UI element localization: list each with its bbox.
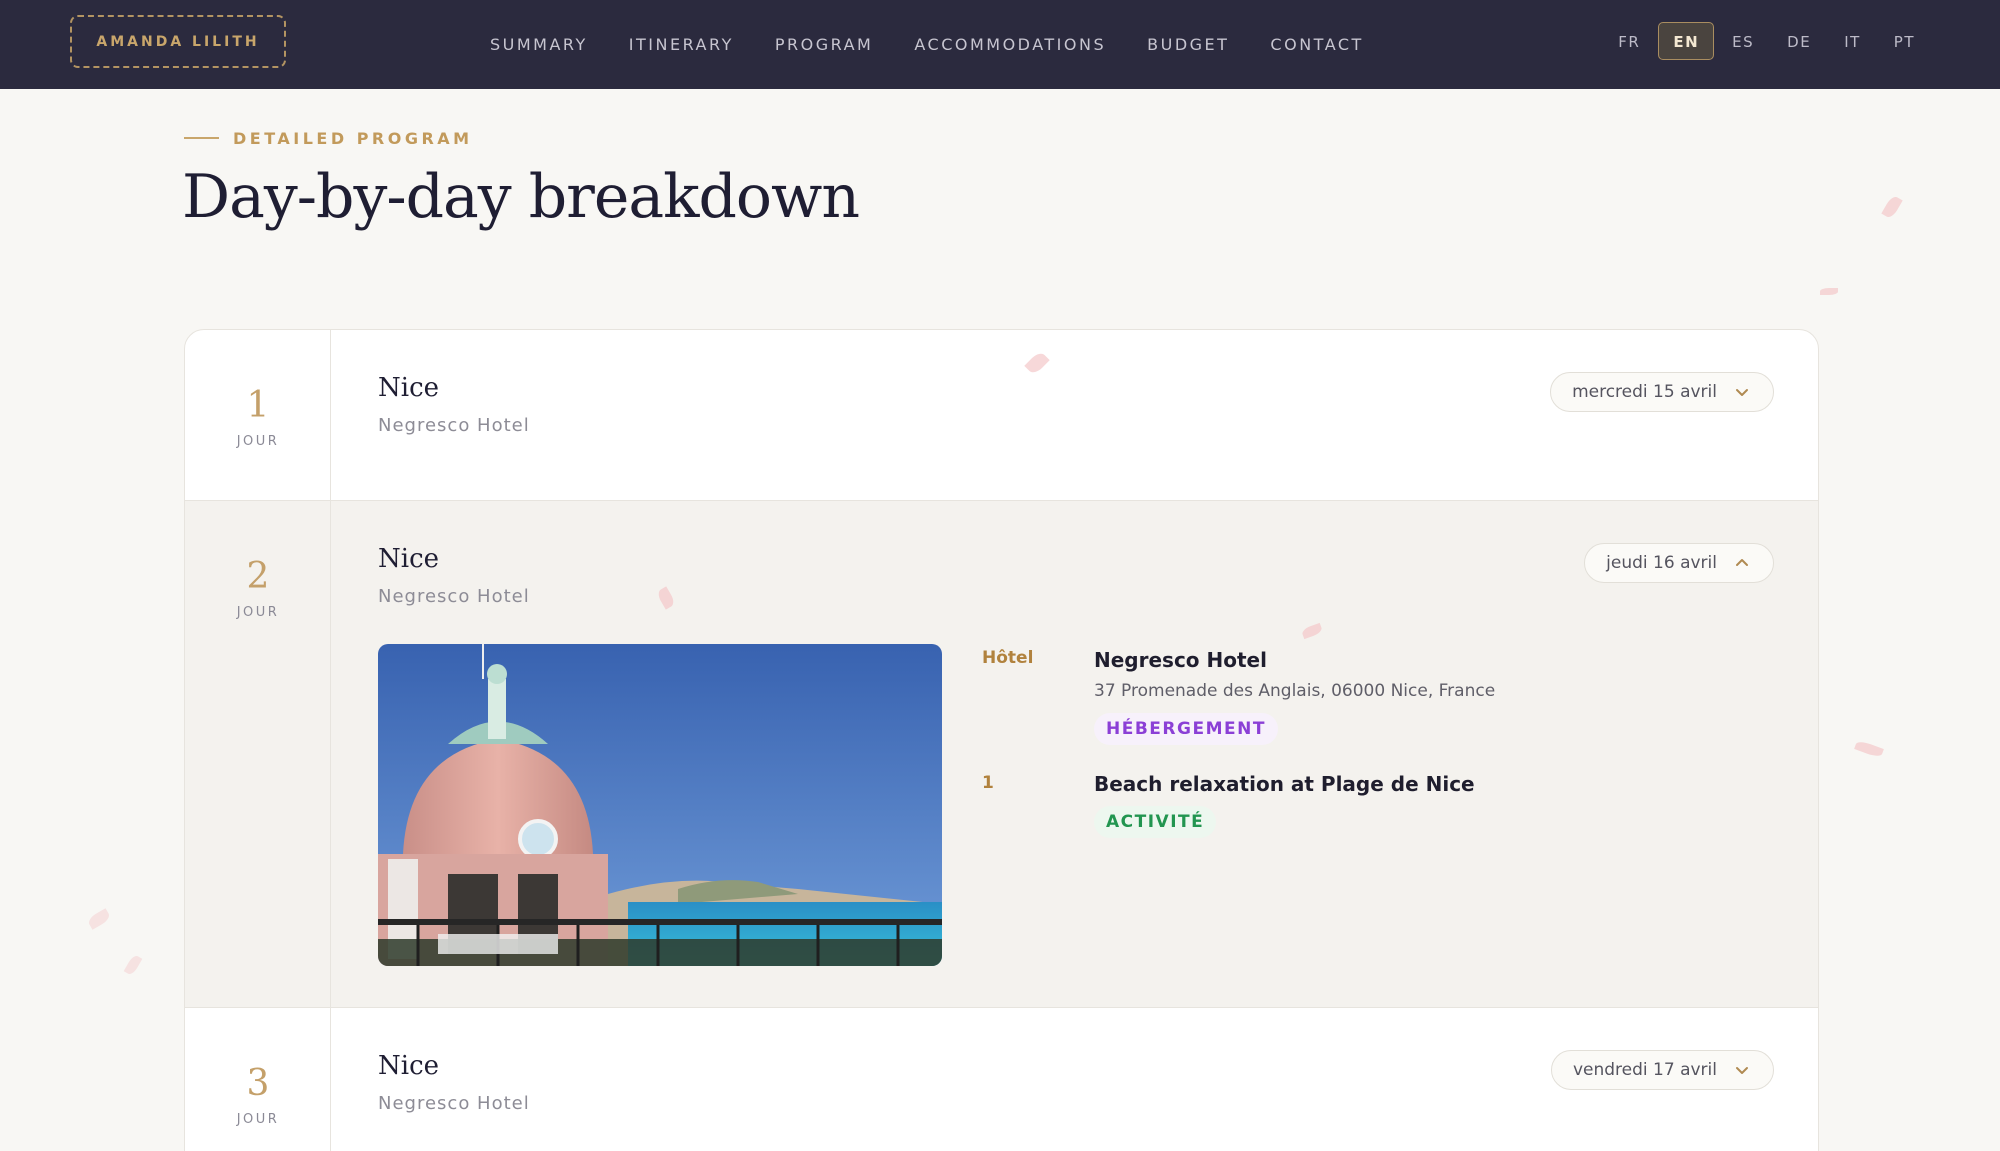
- main-nav: SUMMARY ITINERARY PROGRAM ACCOMMODATIONS…: [490, 0, 1364, 89]
- day-row-1[interactable]: 1 JOUR Nice Negresco Hotel mercredi 15 a…: [185, 330, 1818, 501]
- day-number-column: 3 JOUR: [185, 1008, 331, 1151]
- section-eyebrow: DETAILED PROGRAM: [184, 126, 473, 150]
- nav-link-itinerary[interactable]: ITINERARY: [629, 35, 734, 54]
- lang-es[interactable]: ES: [1717, 22, 1769, 60]
- hotel-photo: [378, 644, 942, 966]
- badge-accommodation: HÉBERGEMENT: [1094, 713, 1278, 745]
- detail-title-activity: Beach relaxation at Plage de Nice: [1094, 772, 1475, 796]
- day-number: 1: [246, 385, 270, 426]
- nav-link-contact[interactable]: CONTACT: [1270, 35, 1363, 54]
- brand-logo[interactable]: AMANDA LILITH: [70, 15, 286, 68]
- date-toggle-button[interactable]: mercredi 15 avril: [1550, 372, 1774, 412]
- day-number-column: 1 JOUR: [185, 330, 331, 500]
- date-text: jeudi 16 avril: [1606, 553, 1717, 573]
- day-hotel: Negresco Hotel: [378, 586, 530, 607]
- date-text: vendredi 17 avril: [1572, 1060, 1717, 1080]
- petal-decoration: [123, 953, 143, 977]
- lang-it[interactable]: IT: [1829, 22, 1876, 60]
- day-hotel: Negresco Hotel: [378, 415, 530, 436]
- day-label: JOUR: [236, 434, 280, 449]
- day-city: Nice: [378, 373, 440, 403]
- nav-link-program[interactable]: PROGRAM: [775, 35, 873, 54]
- petal-decoration: [86, 908, 112, 930]
- nav-link-budget[interactable]: BUDGET: [1147, 35, 1229, 54]
- date-text: mercredi 15 avril: [1572, 382, 1717, 402]
- chevron-down-icon: [1736, 389, 1748, 396]
- language-switcher: FR EN ES DE IT PT: [1600, 22, 1930, 60]
- day-row-3[interactable]: 3 JOUR Nice Negresco Hotel vendredi 17 a…: [185, 1008, 1818, 1151]
- day-hotel: Negresco Hotel: [378, 1093, 530, 1114]
- program-card: 1 JOUR Nice Negresco Hotel mercredi 15 a…: [184, 329, 1819, 1151]
- chevron-down-icon: [1736, 1067, 1748, 1074]
- nav-link-accommodations[interactable]: ACCOMMODATIONS: [914, 35, 1106, 54]
- detail-label-activity: 1: [982, 773, 994, 793]
- lang-fr[interactable]: FR: [1603, 22, 1655, 60]
- badge-activity: ACTIVITÉ: [1094, 806, 1217, 838]
- day-label: JOUR: [236, 1112, 280, 1127]
- day-number: 3: [246, 1063, 270, 1104]
- lang-de[interactable]: DE: [1772, 22, 1826, 60]
- date-toggle-button[interactable]: vendredi 17 avril: [1550, 1050, 1774, 1090]
- lang-pt[interactable]: PT: [1879, 22, 1930, 60]
- lang-en[interactable]: EN: [1658, 22, 1715, 60]
- eyebrow-text: DETAILED PROGRAM: [233, 128, 473, 148]
- day-city: Nice: [378, 544, 440, 574]
- detail-label-hotel: Hôtel: [982, 648, 1034, 668]
- top-navigation: AMANDA LILITH SUMMARY ITINERARY PROGRAM …: [0, 0, 2000, 89]
- chevron-up-icon: [1736, 559, 1748, 566]
- day-label: JOUR: [236, 605, 280, 620]
- detail-address: 37 Promenade des Anglais, 06000 Nice, Fr…: [1094, 681, 1496, 701]
- eyebrow-line: [184, 137, 219, 139]
- page-title: Day-by-day breakdown: [182, 162, 860, 232]
- date-toggle-button[interactable]: jeudi 16 avril: [1584, 543, 1774, 583]
- petal-decoration: [1881, 194, 1903, 220]
- day-city: Nice: [378, 1051, 440, 1081]
- petal-decoration: [1820, 288, 1838, 295]
- nav-link-summary[interactable]: SUMMARY: [490, 35, 588, 54]
- day-number-column: 2 JOUR: [185, 501, 331, 1007]
- day-number: 2: [246, 556, 270, 597]
- detail-title-hotel: Negresco Hotel: [1094, 648, 1267, 672]
- day-row-2[interactable]: 2 JOUR Nice Negresco Hotel jeudi 16 avri…: [185, 501, 1818, 1008]
- petal-decoration: [1854, 739, 1884, 759]
- hotel-photo-image: [378, 644, 942, 966]
